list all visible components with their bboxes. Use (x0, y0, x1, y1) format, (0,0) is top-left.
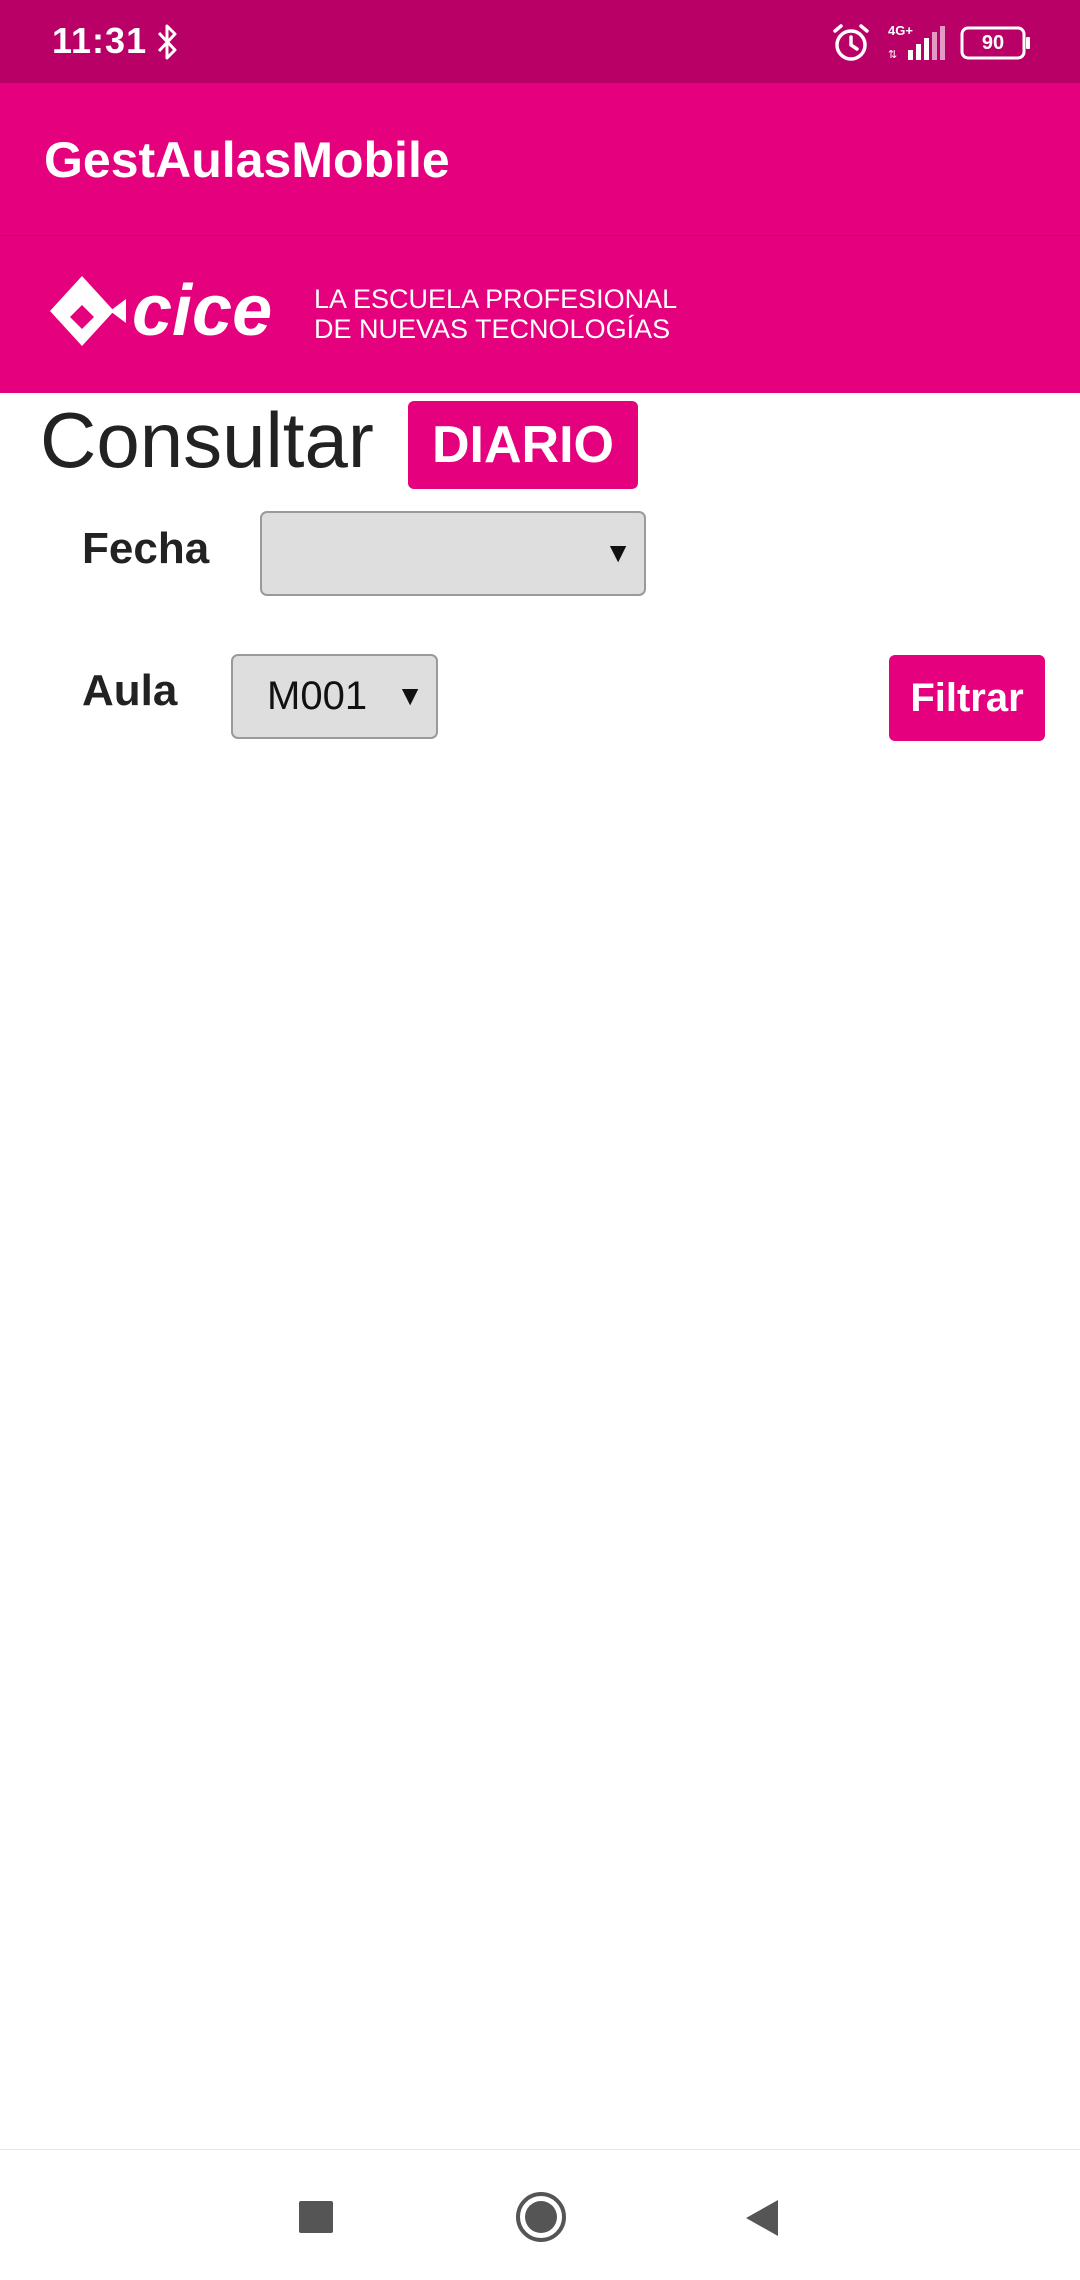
chevron-down-icon: ▼ (604, 537, 632, 568)
cice-logo: cice (50, 271, 272, 351)
status-bar: 11:31 4G+ ⇅ 90 (0, 0, 1080, 83)
svg-text:⇅: ⇅ (888, 49, 897, 61)
logo-tagline-line2: DE NUEVAS TECNOLOGÍAS (314, 314, 671, 344)
logo-banner: cice LA ESCUELA PROFESIONAL DE NUEVAS TE… (0, 236, 1080, 393)
aula-select[interactable]: M001 ▼ (231, 654, 438, 739)
filter-button[interactable]: Filtrar (889, 655, 1045, 741)
bluetooth-icon (157, 24, 177, 60)
logo-tagline-line1: LA ESCUELA PROFESIONAL (314, 284, 678, 314)
recents-icon[interactable] (298, 2200, 334, 2234)
aula-label: Aula (82, 666, 178, 715)
network-type-label: 4G+ (888, 23, 913, 38)
chevron-down-icon: ▼ (396, 680, 424, 711)
logo-brand-text: cice (132, 271, 272, 351)
signal-icon: 4G+ ⇅ (888, 23, 945, 61)
system-nav-bar (0, 2149, 1080, 2280)
fecha-select[interactable]: ▼ (260, 511, 646, 596)
aula-select-value: M001 (267, 674, 368, 718)
logo-tagline: LA ESCUELA PROFESIONAL DE NUEVAS TECNOLO… (314, 284, 677, 344)
fecha-label: Fecha (82, 524, 210, 573)
app-bar: GestAulasMobile (0, 83, 1080, 236)
page-title: Consultar (40, 396, 374, 484)
app-title: GestAulasMobile (44, 132, 450, 188)
home-icon[interactable] (514, 2190, 568, 2244)
status-time: 11:31 (52, 20, 148, 61)
diario-badge: DIARIO (408, 401, 638, 489)
alarm-icon (833, 24, 869, 61)
back-icon[interactable] (744, 2198, 780, 2238)
battery-level: 90 (981, 32, 1005, 54)
